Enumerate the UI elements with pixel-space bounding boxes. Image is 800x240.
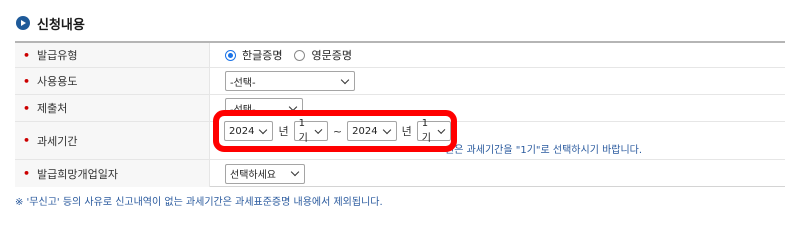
radio-english[interactable] [294, 49, 306, 61]
row-receive-date: • 발급희망개업일자 선택하세요 [15, 160, 785, 187]
chevron-down-icon [382, 125, 391, 134]
radio-korean-label[interactable]: 한글증명 [242, 47, 282, 63]
issue-type-label: 발급유형 [37, 49, 78, 62]
usage-value: -선택- [225, 68, 355, 94]
arrow-circle-icon [16, 16, 30, 30]
usage-select[interactable]: -선택- [225, 71, 355, 91]
section-header: 신청내용 [16, 12, 85, 34]
receive-date-value: 선택하세요 [225, 160, 305, 187]
row-issue-type: • 발급유형 한글증명 영문증명 [15, 43, 785, 68]
tax-period-label: 과세기간 [37, 134, 78, 148]
from-year-value: 2024 [229, 125, 255, 137]
required-icon: • [23, 167, 31, 180]
label-cell: • 사용용도 [15, 68, 210, 94]
required-icon: • [23, 74, 31, 88]
chevron-down-icon [437, 125, 446, 134]
footer-note: ※ '무신고' 등의 사유로 신고내역이 없는 과세기간은 과세표준증명 내용에… [15, 197, 383, 208]
required-icon: • [23, 48, 31, 62]
from-term-select[interactable]: 1기 [293, 118, 328, 144]
radio-english-label[interactable]: 영문증명 [311, 47, 351, 63]
to-year-select[interactable]: 2024 [347, 121, 397, 141]
from-year-select[interactable]: 2024 [224, 121, 274, 141]
issue-type-options: 한글증명 영문증명 [225, 43, 358, 67]
usage-label: 사용용도 [37, 75, 78, 88]
tax-period-highlight: 2024 년 1기 ~ 2024 년 1기 [213, 110, 457, 152]
label-cell: • 과세기간 [15, 122, 210, 159]
required-icon: • [23, 101, 31, 115]
to-year-value: 2024 [352, 125, 378, 137]
to-term-select[interactable]: 1기 [416, 118, 451, 144]
usage-select-value: -선택- [230, 77, 256, 89]
receive-date-select[interactable]: 선택하세요 [225, 163, 305, 184]
row-usage: • 사용용도 -선택- [15, 68, 785, 95]
label-cell: • 발급유형 [15, 43, 210, 67]
submit-to-label: 제출처 [37, 102, 68, 115]
chevron-down-icon [314, 125, 323, 134]
from-year-unit: 년 [278, 125, 289, 138]
receive-date-label: 발급희망개업일자 [37, 167, 118, 181]
from-term-value: 1기 [298, 118, 308, 144]
required-icon: • [23, 134, 31, 147]
section-title: 신청내용 [37, 17, 85, 33]
chevron-down-icon [340, 75, 350, 84]
radio-korean[interactable] [225, 49, 236, 61]
receive-date-select-value: 선택하세요 [230, 170, 276, 181]
chevron-down-icon [290, 167, 300, 177]
to-term-value: 1기 [421, 118, 431, 144]
to-year-unit: 년 [401, 125, 412, 138]
chevron-down-icon [259, 125, 268, 134]
tax-period-note: 원은 과세기간을 "1기"로 선택하시기 바랍니다. [445, 145, 643, 156]
label-cell: • 발급희망개업일자 [15, 160, 210, 187]
label-cell: • 제출처 [15, 95, 210, 121]
range-separator: ~ [332, 124, 343, 138]
